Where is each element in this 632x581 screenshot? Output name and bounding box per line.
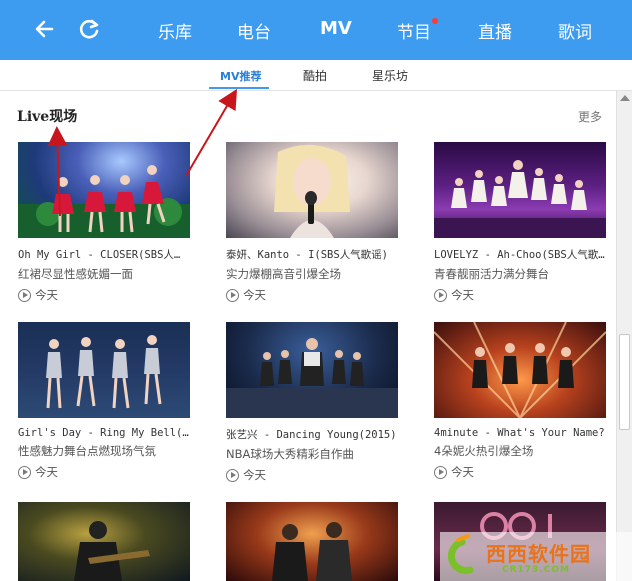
singer-closeup-graphic [274, 144, 350, 238]
subtab-mv-recommend[interactable]: MV推荐 [220, 68, 261, 84]
mv-title[interactable]: 泰妍、Kanto - I(SBS人气歌谣) [226, 247, 398, 262]
nav-tab-live[interactable]: 直播 [478, 18, 512, 43]
mv-title[interactable]: 张艺兴 - Dancing Young(2015) [226, 427, 398, 442]
mv-date: 今天 [243, 288, 266, 302]
mv-card[interactable]: 泰妍、Kanto - I(SBS人气歌谣) 实力爆棚高音引爆全场 今天 [226, 142, 398, 303]
sub-nav-bar: MV推荐 酷拍 星乐坊 [0, 60, 632, 91]
play-icon[interactable] [434, 288, 447, 302]
nav-tab-shows[interactable]: 节目 [397, 18, 431, 43]
mv-title[interactable]: 4minute - What's Your Name? [434, 427, 606, 439]
mv-description: 4朵妮火热引爆全场 [434, 444, 534, 458]
mv-meta: 今天 [18, 464, 190, 480]
mv-card[interactable]: Girl's Day - Ring My Bell(KBS) 性感魅力舞台点燃现… [18, 322, 190, 480]
mv-thumbnail[interactable] [434, 322, 606, 418]
mv-thumbnail[interactable] [18, 322, 190, 418]
mv-card[interactable]: 4minute - What's Your Name? 4朵妮火热引爆全场 今天 [434, 322, 606, 480]
nav-tab-library[interactable]: 乐库 [158, 18, 192, 43]
mv-card[interactable] [18, 502, 190, 581]
dance-group-graphic [46, 335, 162, 409]
notification-dot [432, 18, 438, 24]
mv-date: 今天 [243, 468, 266, 482]
refresh-icon [79, 19, 99, 39]
watermark-domain: CR173.COM [502, 565, 570, 575]
mv-date: 今天 [451, 288, 474, 302]
mv-date: 今天 [35, 465, 58, 479]
mv-description: 性感魅力舞台点燃现场气氛 [18, 444, 156, 458]
scroll-up-arrow-icon[interactable] [620, 95, 630, 101]
mv-meta: 今天 [434, 287, 606, 303]
mv-thumbnail[interactable] [226, 502, 398, 581]
mv-description: 实力爆棚高音引爆全场 [226, 267, 341, 281]
mv-date: 今天 [35, 288, 58, 302]
more-link[interactable]: 更多 [578, 108, 602, 125]
mv-date: 今天 [451, 465, 474, 479]
back-arrow-icon [35, 20, 54, 38]
subtab-star-music[interactable]: 星乐坊 [372, 67, 408, 84]
mv-meta: 今天 [226, 467, 398, 483]
play-icon[interactable] [226, 288, 239, 302]
active-tab-indicator [209, 87, 269, 89]
subtab-kupai[interactable]: 酷拍 [303, 67, 327, 84]
mv-card[interactable]: LOVELYZ - Ah-Choo(SBS人气歌谣) 青春靓丽活力满分舞台 今天 [434, 142, 606, 303]
stage-group-graphic [434, 160, 606, 238]
scroll-thumb[interactable] [619, 334, 630, 430]
back-button[interactable] [30, 14, 60, 44]
play-icon[interactable] [18, 465, 31, 479]
top-nav-bar: 乐库 电台 MV 节目 直播 歌词 [0, 0, 632, 60]
guitarist-graphic [74, 521, 150, 581]
nav-tab-mv[interactable]: MV [320, 18, 352, 39]
play-icon[interactable] [226, 468, 239, 482]
mv-description: NBA球场大秀精彩自作曲 [226, 447, 354, 461]
mv-thumbnail[interactable] [434, 142, 606, 238]
stage-lights-graphic [434, 322, 606, 418]
court-dancers-graphic [226, 338, 398, 418]
mv-card[interactable] [226, 502, 398, 581]
play-icon[interactable] [434, 465, 447, 479]
mv-meta: 今天 [18, 287, 190, 303]
mv-description: 红裙尽显性感妩媚一面 [18, 267, 133, 281]
mv-thumbnail[interactable] [226, 142, 398, 238]
mv-thumbnail[interactable] [18, 502, 190, 581]
mv-card[interactable]: 张艺兴 - Dancing Young(2015) NBA球场大秀精彩自作曲 今… [226, 322, 398, 483]
mv-title[interactable]: Girl's Day - Ring My Bell(KBS) [18, 427, 190, 439]
stage-performers-graphic [18, 165, 190, 238]
section-title: Live现场 [17, 109, 78, 125]
refresh-button[interactable] [74, 14, 104, 44]
site-watermark: 西西软件园 CR173.COM [440, 532, 632, 581]
duet-singers-graphic [272, 522, 352, 581]
play-icon[interactable] [18, 288, 31, 302]
mv-description: 青春靓丽活力满分舞台 [434, 267, 549, 281]
mv-title[interactable]: Oh My Girl - CLOSER(SBS人气歌谣) [18, 247, 190, 262]
mv-meta: 今天 [434, 464, 606, 480]
watermark-brand: 西西软件园 [486, 542, 591, 566]
mv-title[interactable]: LOVELYZ - Ah-Choo(SBS人气歌谣) [434, 247, 606, 262]
mv-meta: 今天 [226, 287, 398, 303]
nav-tab-radio[interactable]: 电台 [237, 18, 271, 43]
mv-thumbnail[interactable] [18, 142, 190, 238]
mv-thumbnail[interactable] [226, 322, 398, 418]
mv-card[interactable]: Oh My Girl - CLOSER(SBS人气歌谣) 红裙尽显性感妩媚一面 … [18, 142, 190, 303]
nav-tab-lyrics[interactable]: 歌词 [558, 18, 592, 43]
vertical-scrollbar[interactable] [616, 91, 632, 581]
